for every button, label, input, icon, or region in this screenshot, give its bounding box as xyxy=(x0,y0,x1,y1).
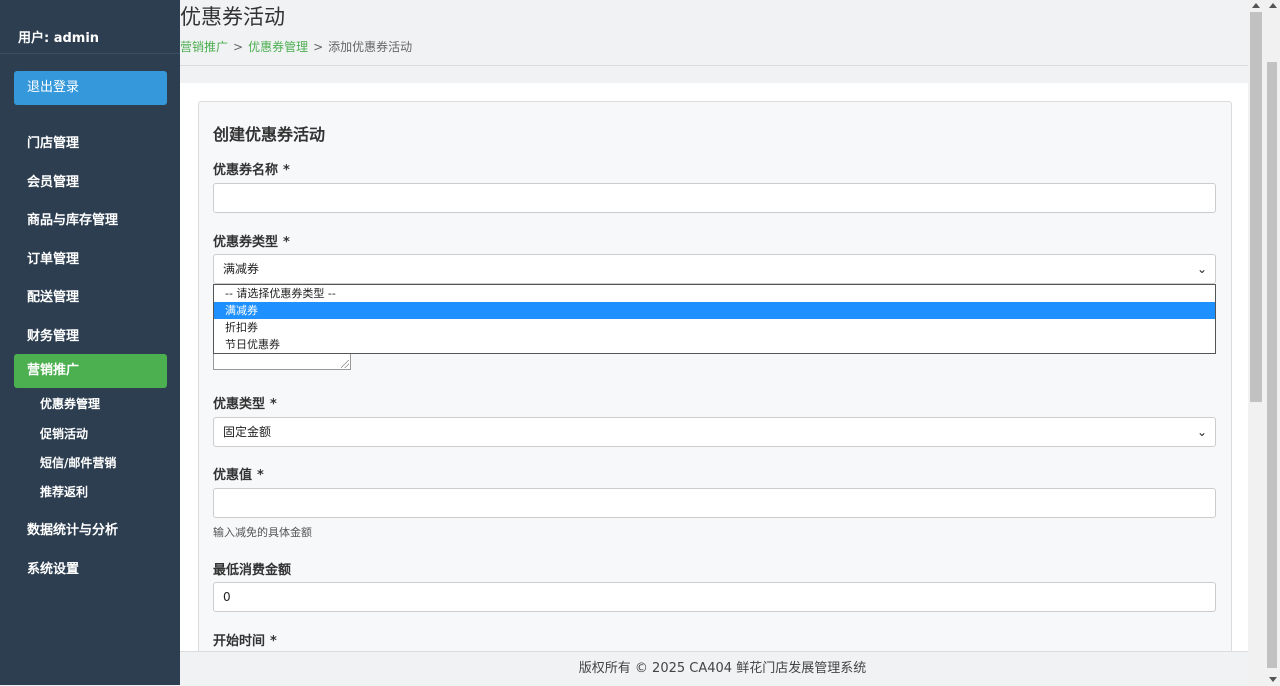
coupon-type-option[interactable]: -- 请选择优惠券类型 -- xyxy=(214,285,1215,302)
coupon-type-option-selected[interactable]: 满减券 xyxy=(214,302,1215,319)
coupon-type-label-text: 优惠券类型 xyxy=(213,235,279,250)
min-spend-label: 最低消费金额 xyxy=(213,563,292,578)
discount-type-label: 优惠类型 * xyxy=(213,393,277,412)
scroll-down-arrow-icon[interactable] xyxy=(1269,677,1277,682)
footer: 版权所有 © 2025 CA404 鲜花门店发展管理系统 xyxy=(180,651,1265,686)
scroll-up-arrow-icon[interactable] xyxy=(1252,3,1260,8)
discount-value-input[interactable] xyxy=(213,488,1216,518)
page-header: 优惠券活动 营销推广 > 优惠券管理 > 添加优惠券活动 xyxy=(180,0,1248,66)
nav-delivery-management[interactable]: 配送管理 xyxy=(27,286,79,305)
breadcrumb-coupon-management[interactable]: 优惠券管理 xyxy=(248,40,308,54)
breadcrumb-current: 添加优惠券活动 xyxy=(328,40,413,54)
nav-member-management[interactable]: 会员管理 xyxy=(27,171,79,190)
description-textarea[interactable] xyxy=(213,352,351,370)
nav-statistics-analysis[interactable]: 数据统计与分析 xyxy=(27,519,118,538)
required-mark: * xyxy=(257,468,264,483)
chevron-down-icon: ⌄ xyxy=(1196,262,1207,276)
discount-type-select[interactable]: 固定金额 ⌄ xyxy=(213,417,1216,447)
scroll-up-arrow-icon[interactable] xyxy=(1269,3,1277,8)
resize-grip-icon[interactable] xyxy=(341,360,349,368)
sidebar: 用户: admin 退出登录 门店管理 会员管理 商品与库存管理 订单管理 配送… xyxy=(0,0,180,685)
inner-scrollbar[interactable] xyxy=(1248,0,1265,685)
sidebar-divider xyxy=(0,53,180,54)
discount-value-label: 优惠值 * xyxy=(213,464,264,483)
scroll-thumb[interactable] xyxy=(1267,62,1277,668)
breadcrumb: 营销推广 > 优惠券管理 > 添加优惠券活动 xyxy=(180,38,412,55)
form-title: 创建优惠券活动 xyxy=(213,125,326,144)
subnav-promotions[interactable]: 促销活动 xyxy=(40,425,88,442)
coupon-name-label: 优惠券名称 * xyxy=(213,159,290,178)
scroll-thumb[interactable] xyxy=(1250,12,1262,402)
start-time-label-text: 开始时间 xyxy=(213,634,266,649)
discount-type-selected-value: 固定金额 xyxy=(223,425,272,439)
discount-type-label-text: 优惠类型 xyxy=(213,397,266,412)
nav-finance-management[interactable]: 财务管理 xyxy=(27,325,79,344)
nav-system-settings[interactable]: 系统设置 xyxy=(27,558,79,577)
coupon-type-selected-value: 满减券 xyxy=(223,262,260,276)
main-content: 创建优惠券活动 优惠券名称 * 优惠券类型 * 满减券 ⌄ 优惠类型 * 固定金额 ⌄… xyxy=(180,83,1248,651)
breadcrumb-separator: > xyxy=(233,40,244,54)
nav-order-management[interactable]: 订单管理 xyxy=(27,248,79,267)
required-mark: * xyxy=(270,634,277,649)
coupon-type-dropdown-list: -- 请选择优惠券类型 -- 满减券 折扣券 节日优惠券 xyxy=(213,284,1216,354)
coupon-name-label-text: 优惠券名称 xyxy=(213,163,279,178)
coupon-type-option[interactable]: 折扣券 xyxy=(214,319,1215,336)
subnav-coupon-management[interactable]: 优惠券管理 xyxy=(40,395,100,412)
page-title: 优惠券活动 xyxy=(180,5,285,29)
nav-product-inventory[interactable]: 商品与库存管理 xyxy=(27,209,118,228)
breadcrumb-marketing[interactable]: 营销推广 xyxy=(180,40,228,54)
nav-marketing[interactable]: 营销推广 xyxy=(14,354,167,388)
coupon-type-select[interactable]: 满减券 ⌄ xyxy=(213,254,1216,284)
required-mark: * xyxy=(283,163,290,178)
discount-value-label-text: 优惠值 xyxy=(213,468,253,483)
nav-store-management[interactable]: 门店管理 xyxy=(27,132,79,151)
current-user: 用户: admin xyxy=(18,31,100,46)
subnav-referral-rebate[interactable]: 推荐返利 xyxy=(40,483,88,500)
start-time-label: 开始时间 * xyxy=(213,630,277,649)
min-spend-input[interactable]: 0 xyxy=(213,582,1216,612)
subnav-sms-email-marketing[interactable]: 短信/邮件营销 xyxy=(40,454,116,471)
coupon-form-card: 创建优惠券活动 优惠券名称 * 优惠券类型 * 满减券 ⌄ 优惠类型 * 固定金额 ⌄… xyxy=(198,101,1232,651)
page-scrollbar[interactable] xyxy=(1265,0,1280,685)
coupon-type-label: 优惠券类型 * xyxy=(213,231,290,250)
logout-button[interactable]: 退出登录 xyxy=(14,71,167,105)
coupon-type-option[interactable]: 节日优惠券 xyxy=(214,336,1215,353)
required-mark: * xyxy=(270,397,277,412)
required-mark: * xyxy=(283,235,290,250)
discount-value-help: 输入减免的具体金额 xyxy=(213,526,312,539)
chevron-down-icon: ⌄ xyxy=(1196,425,1207,439)
coupon-name-input[interactable] xyxy=(213,183,1216,213)
breadcrumb-separator: > xyxy=(313,40,324,54)
